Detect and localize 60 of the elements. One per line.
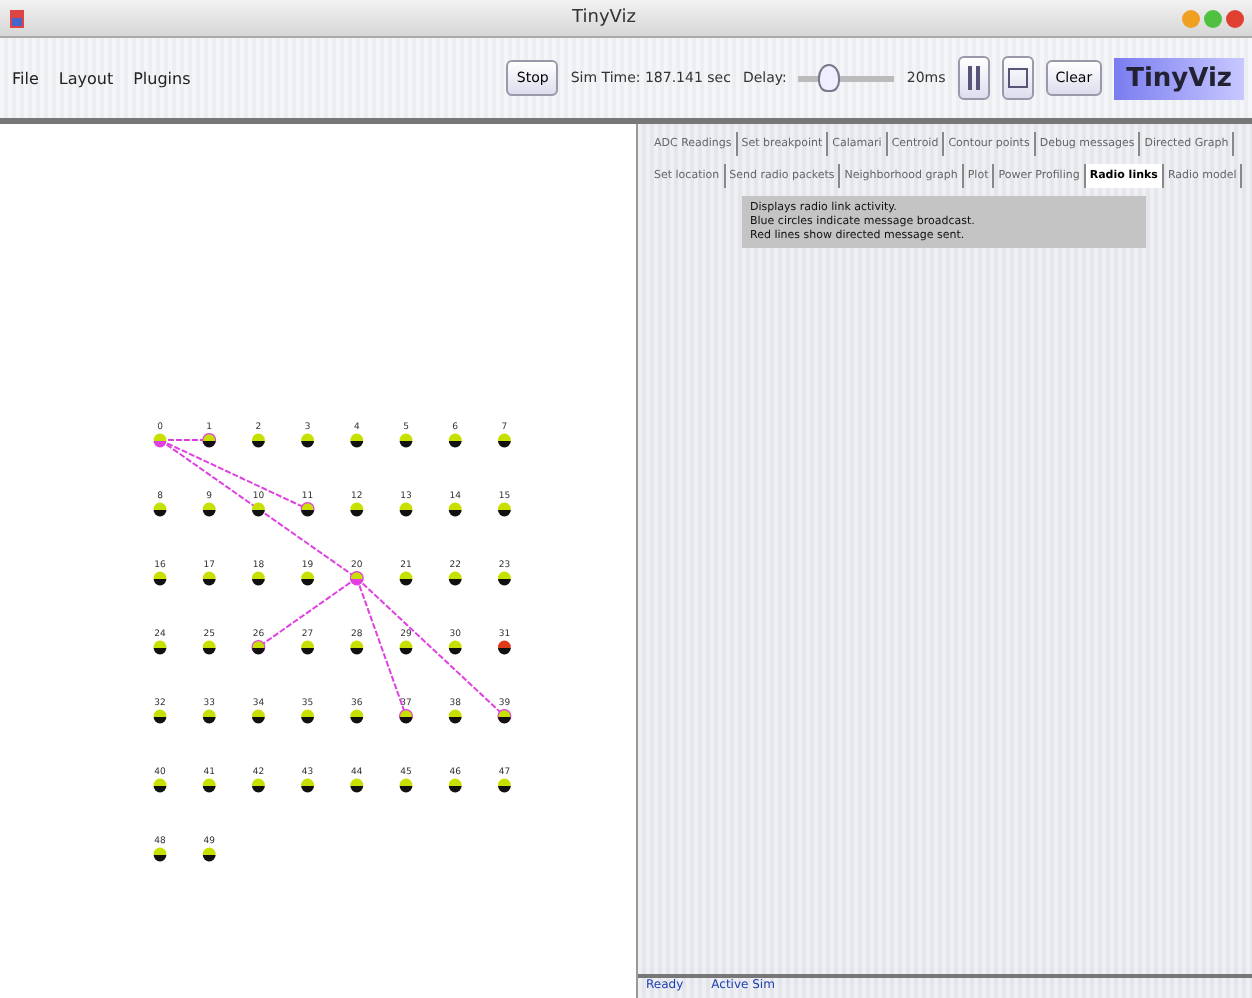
mote-icon[interactable]: [252, 502, 265, 517]
mote-icon[interactable]: [350, 502, 364, 517]
menu-item[interactable]: Layout: [54, 69, 118, 87]
mote-icon[interactable]: [399, 778, 413, 793]
mote-icon[interactable]: [202, 433, 217, 448]
pause-button[interactable]: [957, 56, 990, 100]
mote-icon[interactable]: [153, 640, 167, 655]
mote-icon[interactable]: [202, 502, 216, 517]
mote-icon[interactable]: [153, 709, 167, 724]
mote-icon[interactable]: [448, 433, 462, 448]
mote-icon[interactable]: [252, 709, 265, 724]
grid-button[interactable]: [1001, 56, 1034, 100]
mote-icon[interactable]: [350, 709, 364, 724]
app-logo: TinyViz: [1114, 57, 1244, 99]
mote-icon[interactable]: [448, 502, 462, 517]
mote-icon[interactable]: [498, 502, 511, 517]
pause-icon: [967, 66, 980, 90]
mote-icon[interactable]: [399, 640, 413, 655]
mote-icon[interactable]: [498, 778, 511, 793]
mote-icon[interactable]: [350, 640, 364, 655]
window-title: TinyViz: [572, 8, 636, 28]
mote-icon[interactable]: [498, 433, 511, 448]
mote-icon[interactable]: [153, 778, 167, 793]
mote-icon[interactable]: [153, 571, 167, 586]
mote-icon[interactable]: [350, 433, 364, 448]
mote-icon[interactable]: [498, 640, 511, 655]
mote-icon[interactable]: [252, 571, 265, 586]
mote-icon[interactable]: [448, 709, 462, 724]
mote-icon[interactable]: [153, 847, 167, 862]
mote-icon[interactable]: [300, 502, 315, 517]
mote-icon[interactable]: [202, 571, 216, 586]
close-icon[interactable]: [1226, 9, 1244, 27]
mote-icon[interactable]: [252, 433, 265, 448]
mote-icon[interactable]: [399, 709, 413, 724]
mote-icon[interactable]: [301, 778, 314, 793]
mote-icon[interactable]: [399, 571, 413, 586]
mote-icon[interactable]: [252, 778, 265, 793]
mote-icon[interactable]: [301, 709, 314, 724]
mote-icon[interactable]: [497, 709, 512, 724]
menu-item[interactable]: Plugins: [129, 69, 195, 87]
mote-icon[interactable]: [301, 640, 314, 655]
mote-icon[interactable]: [301, 571, 314, 586]
mote-icon[interactable]: [498, 571, 511, 586]
app-icon: [8, 7, 26, 29]
slider-thumb[interactable]: [817, 64, 840, 92]
mote-icon[interactable]: [202, 847, 216, 862]
mote-icon[interactable]: [350, 778, 364, 793]
mote-icon[interactable]: [153, 502, 167, 517]
menu-item[interactable]: File: [8, 69, 43, 87]
mote-icon[interactable]: [399, 433, 413, 448]
mote-icon[interactable]: [448, 640, 462, 655]
mote-icon[interactable]: [399, 502, 413, 517]
mote-icon[interactable]: [202, 778, 216, 793]
mote-icon[interactable]: [202, 640, 216, 655]
mote-icon[interactable]: [448, 571, 462, 586]
square-icon: [1007, 68, 1028, 88]
mote-icon[interactable]: [251, 640, 266, 655]
mote-icon[interactable]: [448, 778, 462, 793]
mote-icon[interactable]: [301, 433, 314, 448]
mote-icon[interactable]: [202, 709, 216, 724]
